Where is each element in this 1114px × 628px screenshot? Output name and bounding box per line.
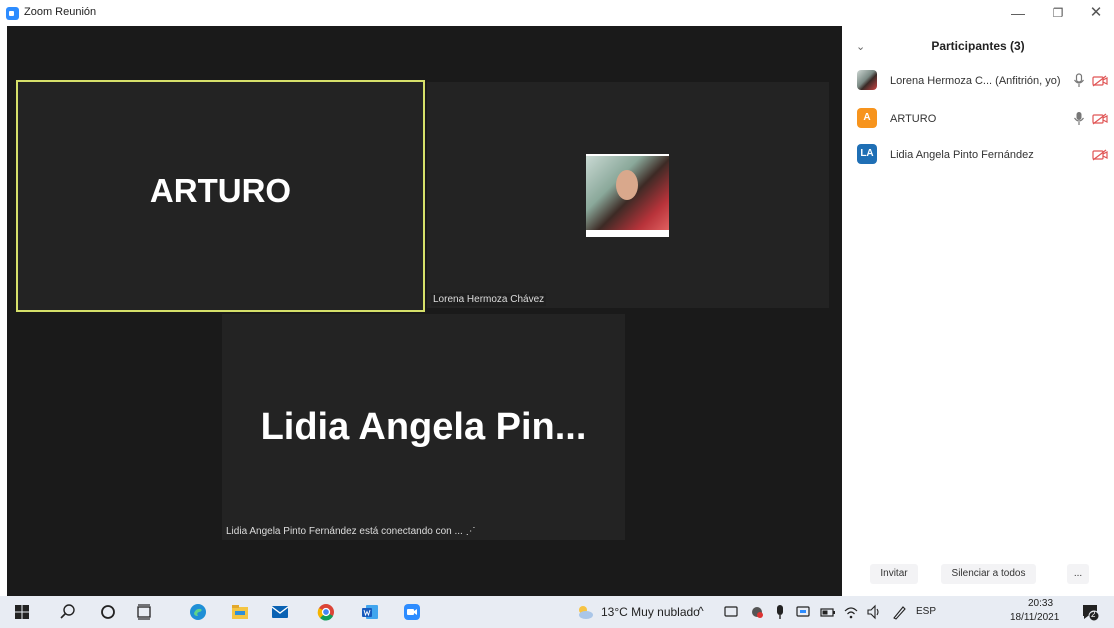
tray-expand-icon[interactable]: ^	[698, 604, 704, 618]
pen-icon[interactable]	[891, 602, 907, 622]
close-button[interactable]: ✕	[1078, 0, 1114, 26]
clock-time[interactable]: 20:33	[1028, 598, 1053, 609]
cortana-icon[interactable]	[98, 602, 118, 622]
mail-icon[interactable]	[270, 602, 290, 622]
video-tile-lidia[interactable]: Lidia Angela Pin... Lidia Angela Pinto F…	[222, 314, 625, 540]
file-explorer-icon[interactable]	[230, 602, 250, 622]
participant-row[interactable]: Lorena Hermoza C... (Anfitrión, yo)	[842, 68, 1114, 94]
tile-name-label: Lorena Hermoza Chávez	[431, 293, 547, 306]
video-gallery: ARTURO Lorena Hermoza Chávez Lidia Angel…	[7, 26, 842, 596]
clock-date[interactable]: 18/11/2021	[1010, 612, 1059, 623]
invite-button[interactable]: Invitar	[870, 564, 918, 584]
profile-face	[616, 170, 638, 200]
wifi-icon[interactable]	[843, 602, 859, 622]
search-icon[interactable]	[58, 602, 78, 622]
participants-title: Participantes (3)	[931, 39, 1025, 53]
connecting-status: Lidia Angela Pinto Fernández está conect…	[226, 526, 476, 537]
zoom-app-icon	[6, 7, 19, 20]
restore-button[interactable]: ❐	[1040, 0, 1076, 26]
notification-count: 2	[1091, 610, 1096, 619]
video-off-icon[interactable]	[1092, 75, 1108, 87]
title-bar: Zoom Reunión — ❐ ✕	[0, 0, 1114, 26]
participant-name: ARTURO	[890, 113, 937, 125]
minimize-button[interactable]: —	[1000, 0, 1036, 26]
weather-text[interactable]: 13°C Muy nublado	[601, 605, 700, 619]
language-indicator[interactable]: ESP	[916, 606, 936, 617]
participant-avatar: A	[857, 108, 877, 128]
participant-name-display: Lidia Angela Pin...	[260, 406, 587, 448]
profile-picture	[586, 154, 669, 237]
connecting-icon: ⋰	[465, 526, 476, 537]
task-view-icon[interactable]	[134, 602, 154, 622]
participant-name-display: ARTURO	[149, 172, 292, 209]
microphone-icon[interactable]	[773, 602, 787, 622]
display-icon[interactable]	[795, 602, 811, 622]
windows-taskbar: 13°C Muy nublado ^ ESP 20:33 18/11/2021 …	[0, 596, 1114, 628]
app-tray-icon[interactable]	[749, 602, 765, 622]
word-icon[interactable]	[360, 602, 380, 622]
notification-center-icon[interactable]	[1080, 602, 1100, 622]
mute-all-button[interactable]: Silenciar a todos	[941, 564, 1036, 584]
connecting-status-text: Lidia Angela Pinto Fernández está conect…	[226, 526, 463, 537]
weather-cloudy-icon[interactable]	[575, 602, 595, 622]
participant-name: Lidia Angela Pinto Fernández	[890, 149, 1034, 161]
zoom-taskbar-icon[interactable]	[402, 602, 422, 622]
video-off-icon[interactable]	[1092, 149, 1108, 161]
window-title: Zoom Reunión	[24, 6, 97, 18]
video-tile-lorena[interactable]: Lorena Hermoza Chávez	[427, 82, 829, 308]
edge-browser-icon[interactable]	[188, 602, 208, 622]
participant-row[interactable]: LA Lidia Angela Pinto Fernández	[842, 142, 1114, 168]
chrome-icon[interactable]	[316, 602, 336, 622]
volume-icon[interactable]	[866, 602, 882, 622]
meet-now-icon[interactable]	[723, 602, 739, 622]
video-off-icon[interactable]	[1092, 113, 1108, 125]
participant-name: Lorena Hermoza C... (Anfitrión, yo)	[890, 75, 1061, 87]
participant-avatar	[857, 70, 877, 90]
microphone-icon[interactable]	[1073, 73, 1085, 89]
video-tile-arturo[interactable]: ARTURO	[16, 80, 425, 312]
battery-icon[interactable]	[820, 602, 836, 622]
zoom-window: Zoom Reunión — ❐ ✕ ARTURO Lorena Hermoza…	[0, 0, 1114, 628]
more-options-button[interactable]: ...	[1067, 564, 1089, 584]
participant-avatar: LA	[857, 144, 877, 164]
participants-panel: ⌄ Participantes (3) Lorena Hermoza C... …	[842, 26, 1114, 596]
participant-row[interactable]: A ARTURO	[842, 106, 1114, 132]
windows-start-icon[interactable]	[12, 602, 32, 622]
microphone-icon[interactable]	[1073, 111, 1085, 127]
